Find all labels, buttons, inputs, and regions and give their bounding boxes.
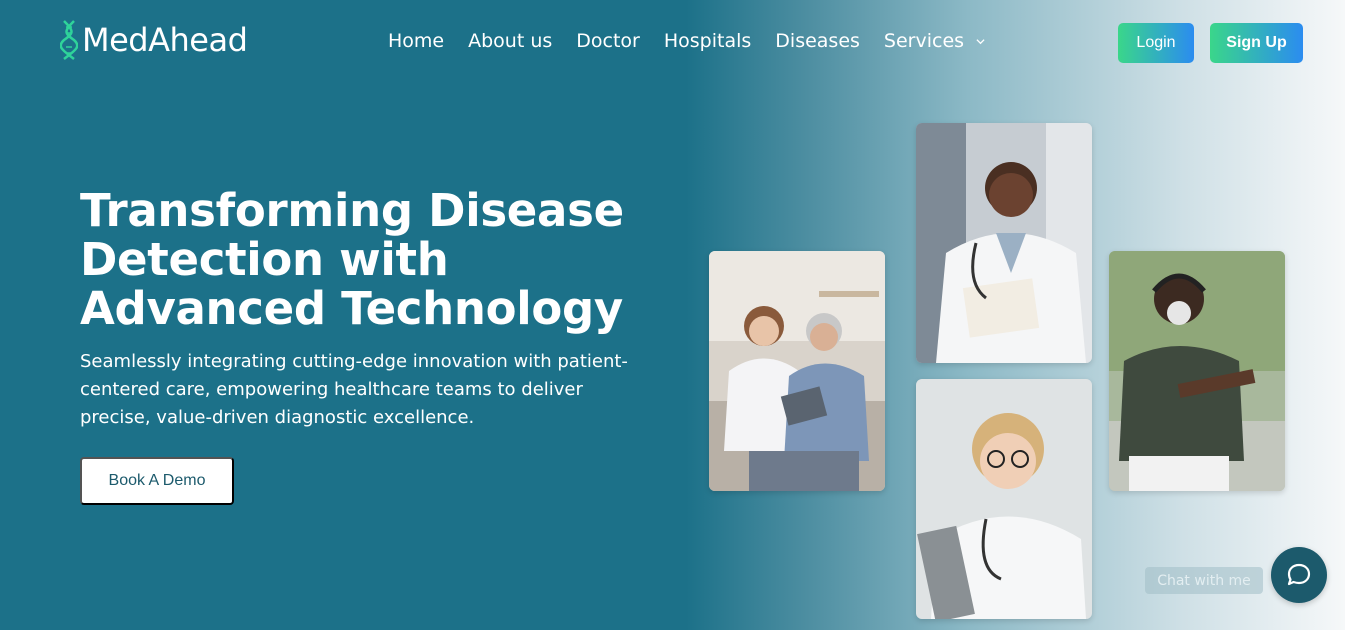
chat-button[interactable]: [1271, 547, 1327, 603]
photo-doctor-clipboard: [916, 123, 1092, 363]
chat-bubble-icon: [1287, 563, 1311, 586]
brand-logo[interactable]: MedAhead: [60, 18, 248, 62]
chat-label[interactable]: Chat with me: [1145, 567, 1263, 594]
chevron-down-icon: [976, 38, 985, 44]
dna-icon: [60, 20, 78, 60]
nav-item-services[interactable]: Services: [884, 30, 985, 52]
nav-item-about-us[interactable]: About us: [468, 30, 552, 52]
photo-female-doctor: [916, 379, 1092, 619]
book-demo-button[interactable]: Book A Demo: [80, 457, 234, 505]
nav-item-diseases[interactable]: Diseases: [775, 30, 860, 52]
photo-man-smartwatch: [1109, 251, 1285, 491]
photo-doctor-with-patient: [709, 251, 885, 491]
nav-item-hospitals[interactable]: Hospitals: [664, 30, 751, 52]
main-nav: Home About us Doctor Hospitals Diseases …: [388, 30, 1009, 52]
signup-button[interactable]: Sign Up: [1210, 23, 1303, 63]
hero-title: Transforming Disease Detection with Adva…: [80, 184, 624, 335]
brand-name: MedAhead: [82, 21, 248, 59]
hero-subtitle: Seamlessly integrating cutting-edge inno…: [80, 351, 628, 428]
nav-item-home[interactable]: Home: [388, 30, 444, 52]
nav-item-services-label: Services: [883, 30, 965, 52]
nav-item-doctor[interactable]: Doctor: [576, 30, 640, 52]
login-button[interactable]: Login: [1118, 23, 1194, 63]
